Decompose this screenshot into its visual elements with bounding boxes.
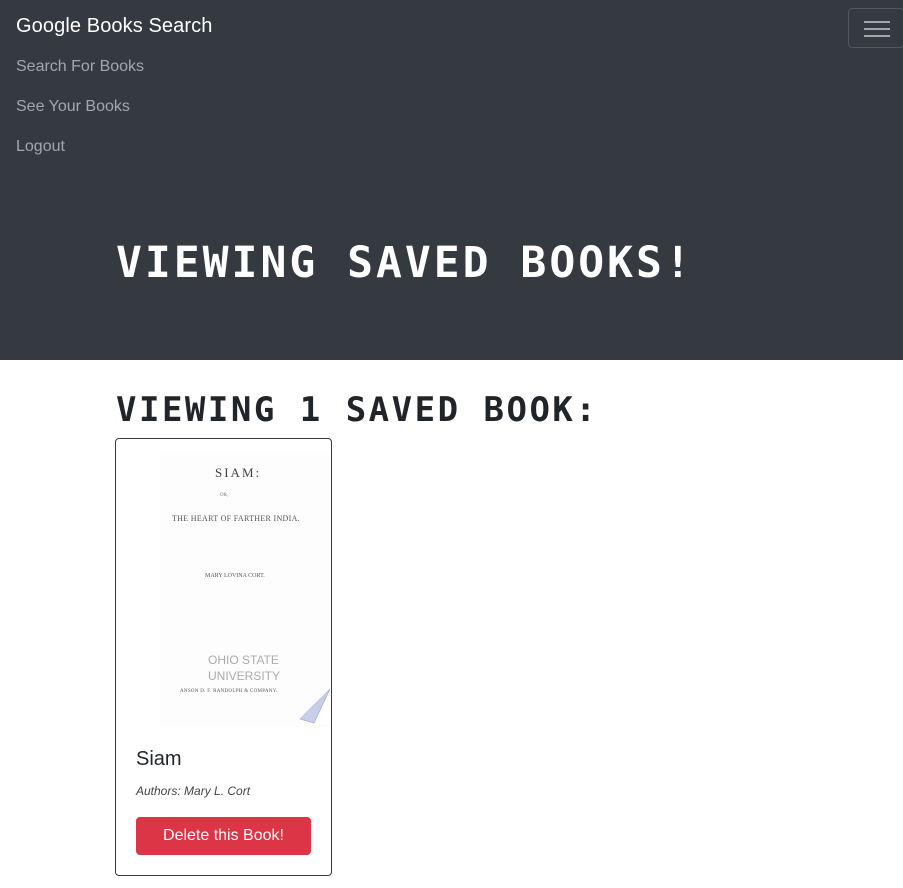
navbar-toggler-button[interactable] (848, 8, 903, 48)
nav-link-saved-books[interactable]: See Your Books (16, 98, 130, 116)
brand-link[interactable]: Google Books Search (16, 15, 212, 38)
page-curl-icon (296, 689, 330, 725)
delete-book-button[interactable]: Delete this Book! (136, 817, 311, 855)
page-title: Viewing saved books! (116, 238, 694, 288)
hamburger-icon (864, 21, 890, 23)
book-title: Siam (136, 748, 182, 770)
saved-count-heading: Viewing 1 saved book: (116, 390, 599, 430)
nav-link-logout[interactable]: Logout (16, 138, 65, 156)
book-cover-image: SIAM: OR, THE HEART OF FARTHER INDIA. MA… (160, 453, 331, 727)
navbar: Google Books Search Search For Books See… (0, 0, 903, 360)
nav-link-search[interactable]: Search For Books (16, 58, 144, 76)
book-authors: Authors: Mary L. Cort (136, 784, 251, 798)
book-card: SIAM: OR, THE HEART OF FARTHER INDIA. MA… (115, 438, 332, 876)
